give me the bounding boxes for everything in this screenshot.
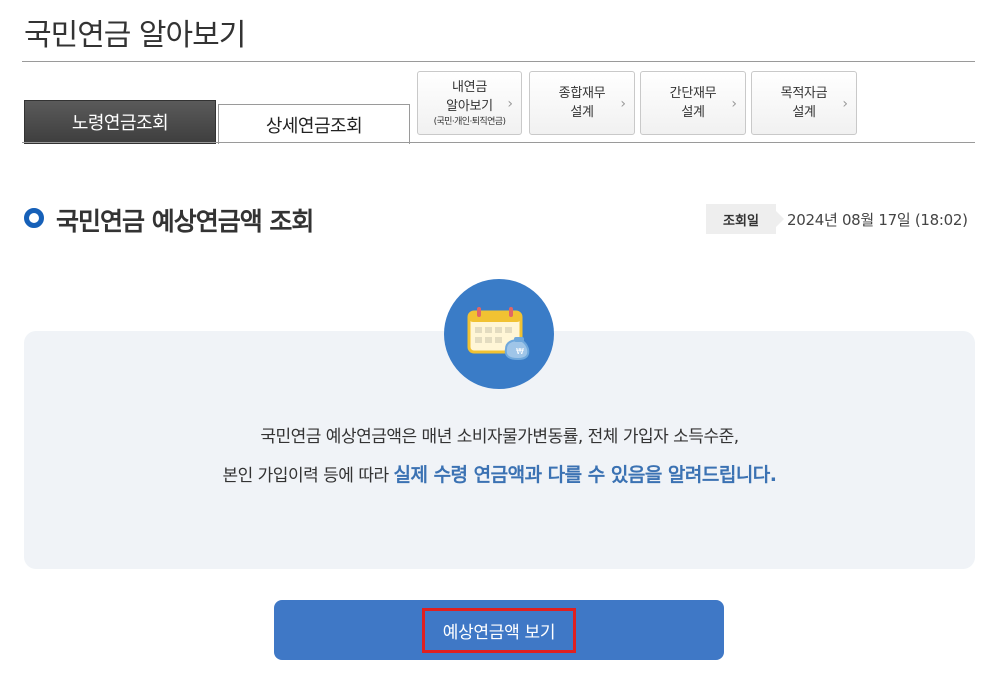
my-pension-sub: (국민·개인·퇴직연금) xyxy=(433,117,506,127)
notice-line-2: 본인 가입이력 등에 따라 실제 수령 연금액과 다를 수 있음을 알려드립니다… xyxy=(24,460,975,487)
chevron-right-icon: › xyxy=(731,96,737,112)
chevron-right-icon: › xyxy=(620,96,626,112)
section-bullet-icon xyxy=(24,208,44,228)
svg-text:₩: ₩ xyxy=(516,347,524,356)
query-date-badge: 조회일 xyxy=(706,204,784,234)
simple-finance-plan-button[interactable]: 간단재무 설계 › xyxy=(640,71,746,135)
total-finance-plan-button[interactable]: 종합재무 설계 › xyxy=(529,71,635,135)
goal-fund-plan-button[interactable]: 목적자금 설계 › xyxy=(751,71,857,135)
simple-finance-line2: 설계 xyxy=(681,105,705,120)
page-title: 국민연금 알아보기 xyxy=(24,18,246,53)
title-divider xyxy=(22,61,975,62)
tab-old-age-pension[interactable]: 노령연금조회 xyxy=(24,100,216,144)
view-expected-pension-label: 예상연금액 보기 xyxy=(421,607,577,653)
chevron-right-icon: › xyxy=(507,96,513,112)
view-expected-pension-button[interactable]: 예상연금액 보기 xyxy=(274,600,724,660)
notice-highlight: 실제 수령 연금액과 다를 수 있음을 알려드립니다. xyxy=(393,464,778,486)
notice-line-1: 국민연금 예상연금액은 매년 소비자물가변동률, 전체 가입자 소득수준, xyxy=(260,427,739,447)
goal-fund-line1: 목적자금 xyxy=(780,86,828,101)
tab-detailed-pension[interactable]: 상세연금조회 xyxy=(218,104,410,144)
query-date-value: 2024년 08월 17일 (18:02) xyxy=(787,211,968,229)
notice-line-2-prefix: 본인 가입이력 등에 따라 xyxy=(222,466,394,486)
calendar-money-icon: ₩ xyxy=(444,279,554,389)
total-finance-line2: 설계 xyxy=(570,105,594,120)
simple-finance-line1: 간단재무 xyxy=(669,86,717,101)
tabs-divider xyxy=(22,142,975,143)
goal-fund-line2: 설계 xyxy=(792,105,816,120)
chevron-right-icon: › xyxy=(842,96,848,112)
my-pension-button[interactable]: 내연금 알아보기 (국민·개인·퇴직연금) › xyxy=(417,71,522,135)
total-finance-line1: 종합재무 xyxy=(558,86,606,101)
my-pension-line2: 알아보기 xyxy=(446,99,493,114)
section-title: 국민연금 예상연금액 조회 xyxy=(56,207,314,236)
my-pension-line1: 내연금 xyxy=(452,80,487,95)
